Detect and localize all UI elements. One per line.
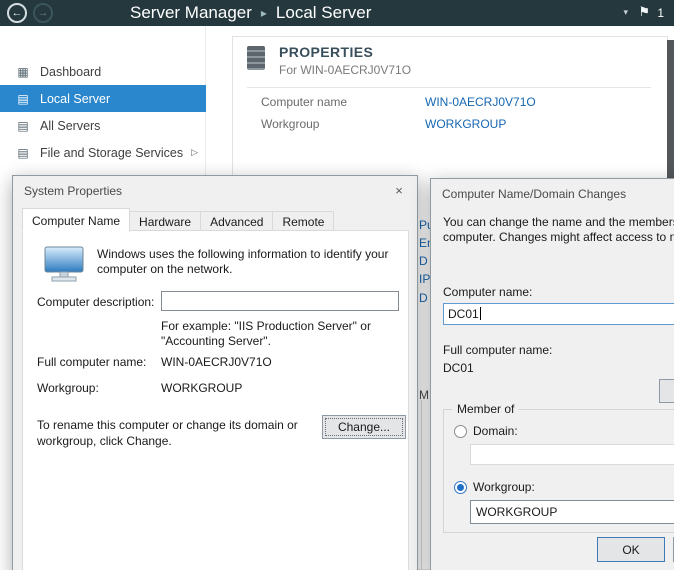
- server-properties-icon: [247, 46, 265, 70]
- sidebar-item-label: File and Storage Services: [40, 146, 183, 160]
- chevron-down-icon[interactable]: ▾: [623, 8, 628, 17]
- sidebar-item-label: Dashboard: [40, 65, 101, 79]
- sidebar-item-all-servers[interactable]: ▤ All Servers: [0, 112, 206, 139]
- description-example-text: For example: "IIS Production Server" or …: [161, 319, 371, 349]
- monitor-icon: [41, 245, 87, 283]
- workgroup-radio[interactable]: Workgroup:: [454, 480, 535, 494]
- dialog-title: Computer Name/Domain Changes: [442, 187, 626, 201]
- full-computer-name-value: WIN-0AECRJ0V71O: [161, 355, 272, 369]
- notifications-flag-icon[interactable]: ⚑: [638, 5, 650, 18]
- close-button[interactable]: ×: [387, 181, 411, 199]
- full-computer-name-label: Full computer name:: [37, 355, 146, 369]
- tab-advanced[interactable]: Advanced: [200, 211, 273, 231]
- rename-hint-text: To rename this computer or change its do…: [37, 417, 305, 449]
- forward-icon: →: [38, 7, 49, 19]
- tab-remote[interactable]: Remote: [272, 211, 334, 231]
- description-example-line: For example: "IIS Production Server" or: [161, 319, 371, 334]
- dialog-intro-text: You can change the name and the membersh…: [443, 215, 674, 245]
- domain-radio[interactable]: Domain:: [454, 424, 518, 438]
- domain-radio-label: Domain:: [473, 424, 518, 438]
- forward-button[interactable]: →: [33, 3, 53, 23]
- close-icon: ×: [395, 183, 403, 198]
- tab-bar: Computer Name Hardware Advanced Remote: [22, 210, 333, 231]
- system-properties-dialog: System Properties × Computer Name Hardwa…: [12, 175, 418, 570]
- computer-name-domain-changes-dialog: Computer Name/Domain Changes You can cha…: [430, 178, 674, 570]
- computer-description-label: Computer description:: [37, 295, 154, 309]
- dashboard-icon: ▦: [15, 65, 31, 79]
- page-title: Local Server: [276, 3, 371, 23]
- back-button[interactable]: ←: [7, 3, 27, 23]
- workgroup-input-value: WORKGROUP: [476, 505, 557, 519]
- right-edge-strip: [667, 40, 674, 178]
- property-value-computer-name-link[interactable]: WIN-0AECRJ0V71O: [425, 95, 536, 109]
- divider: [421, 400, 422, 570]
- notification-count[interactable]: 1: [657, 7, 664, 19]
- clipped-link-fragment[interactable]: D: [419, 291, 428, 305]
- description-example-line: "Accounting Server".: [161, 334, 371, 349]
- clipped-link-fragment[interactable]: Pu: [419, 218, 430, 232]
- computer-description-input[interactable]: [161, 291, 399, 311]
- expand-arrow-icon[interactable]: ▷: [191, 147, 198, 158]
- dialog-title: System Properties: [24, 184, 122, 198]
- breadcrumb: Server Manager ▸ Local Server: [130, 0, 371, 26]
- computer-name-input[interactable]: DC01: [443, 303, 674, 325]
- ok-button[interactable]: OK: [597, 537, 665, 562]
- property-label-workgroup: Workgroup: [261, 117, 319, 131]
- domain-input[interactable]: [470, 444, 674, 465]
- sidebar-item-label: All Servers: [40, 119, 100, 133]
- property-label-computer-name: Computer name: [261, 95, 347, 109]
- app-header: ← → Server Manager ▸ Local Server ▾ ⚑ 1: [0, 0, 674, 26]
- tab-computer-name[interactable]: Computer Name: [22, 208, 130, 232]
- radio-unchecked-icon: [454, 425, 467, 438]
- server-icon: ▤: [15, 92, 31, 106]
- properties-panel-title: PROPERTIES: [279, 44, 373, 60]
- workgroup-label: Workgroup:: [37, 381, 99, 395]
- dialog-intro-line: computer. Changes might affect access to…: [443, 230, 674, 245]
- computer-name-input-value: DC01: [448, 307, 479, 321]
- sidebar-item-local-server[interactable]: ▤ Local Server: [0, 85, 206, 112]
- computer-name-label: Computer name:: [443, 285, 532, 299]
- sidebar-item-dashboard[interactable]: ▦ Dashboard: [0, 58, 206, 85]
- sidebar-item-file-storage-services[interactable]: ▤ File and Storage Services ▷: [0, 139, 206, 166]
- divider: [247, 87, 651, 88]
- more-button[interactable]: [659, 379, 674, 403]
- back-icon: ←: [12, 7, 23, 19]
- app-title: Server Manager: [130, 3, 252, 23]
- server-icon: ▤: [15, 119, 31, 133]
- member-of-label: Member of: [452, 402, 519, 416]
- breadcrumb-separator-icon: ▸: [261, 6, 267, 20]
- server-icon: ▤: [15, 146, 31, 160]
- property-value-workgroup-link[interactable]: WORKGROUP: [425, 117, 506, 131]
- tab-hardware[interactable]: Hardware: [129, 211, 201, 231]
- workgroup-radio-label: Workgroup:: [473, 480, 535, 494]
- clipped-link-fragment[interactable]: D: [419, 254, 428, 268]
- clipped-link-fragment[interactable]: En: [419, 236, 430, 250]
- background-gap: Pu En D IP D M: [417, 175, 430, 570]
- radio-checked-icon: [454, 481, 467, 494]
- server-manager-window: ← → Server Manager ▸ Local Server ▾ ⚑ 1 …: [0, 0, 674, 570]
- member-of-groupbox: Member of Domain: Workgroup: WORKGROUP: [443, 409, 674, 533]
- computer-name-tab-page: Windows uses the following information t…: [22, 230, 409, 570]
- full-computer-name-value: DC01: [443, 361, 474, 375]
- workgroup-input[interactable]: WORKGROUP: [470, 500, 674, 524]
- full-computer-name-label: Full computer name:: [443, 343, 552, 357]
- dialog-intro-line: You can change the name and the membersh…: [443, 215, 674, 230]
- sidebar-item-label: Local Server: [40, 92, 110, 106]
- text-cursor: [480, 307, 481, 320]
- workgroup-value: WORKGROUP: [161, 381, 242, 395]
- identity-intro-text: Windows uses the following information t…: [97, 247, 405, 277]
- properties-panel-subtitle: For WIN-0AECRJ0V71O: [279, 63, 411, 77]
- clipped-link-fragment[interactable]: IP: [419, 272, 430, 286]
- change-button[interactable]: Change...: [322, 415, 406, 439]
